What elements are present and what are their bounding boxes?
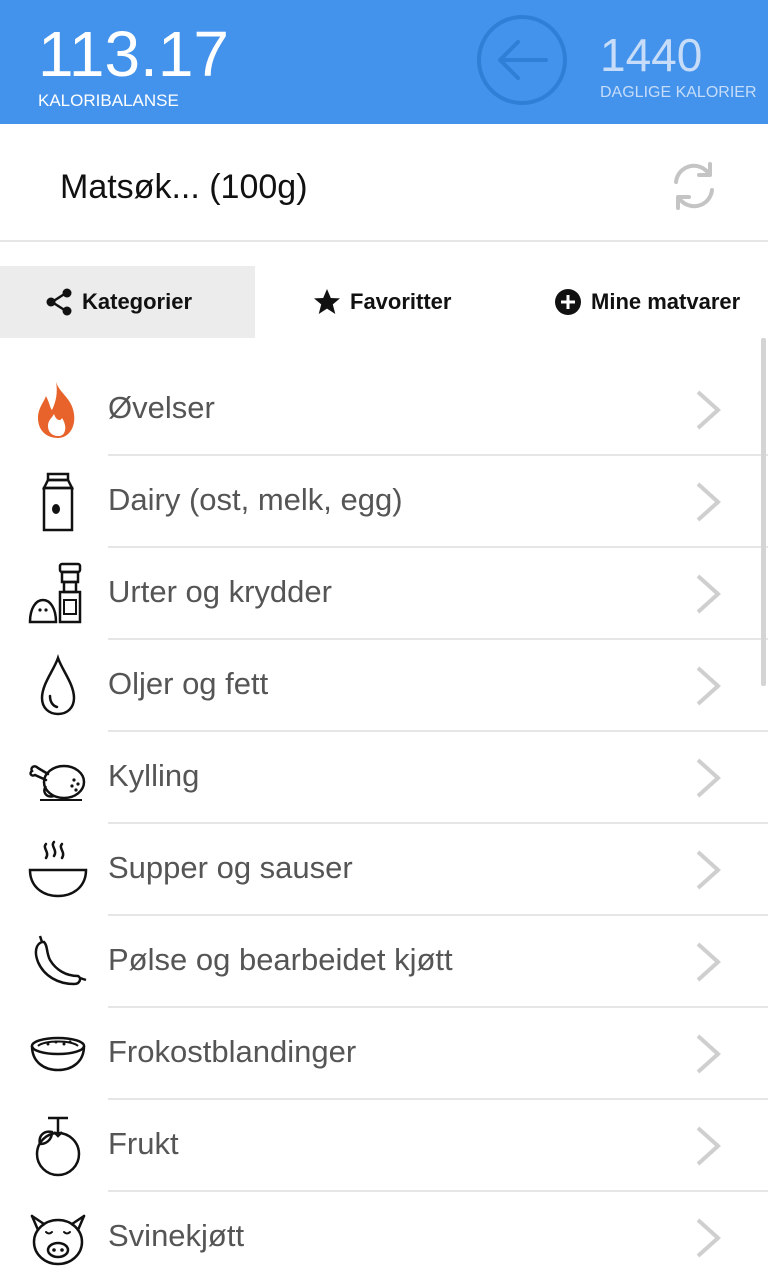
chevron-right-icon bbox=[696, 1218, 721, 1258]
daily-calories-label: DAGLIGE KALORIER bbox=[600, 84, 757, 101]
tab-kategorier[interactable]: Kategorier bbox=[0, 266, 255, 338]
tab-mine-matvarer[interactable]: Mine matvarer bbox=[553, 266, 740, 338]
category-label: Pølse og bearbeidet kjøtt bbox=[108, 942, 453, 977]
refresh-button[interactable] bbox=[668, 160, 720, 212]
chevron-right-icon bbox=[696, 666, 721, 706]
oil-drop-icon bbox=[40, 654, 76, 716]
chevron-right-icon bbox=[696, 758, 721, 798]
chevron-right-icon bbox=[696, 1034, 721, 1074]
fruit-icon bbox=[35, 1116, 81, 1177]
arrow-left-circle-icon bbox=[477, 15, 567, 105]
plus-circle-icon bbox=[553, 287, 583, 317]
chevron-right-icon bbox=[696, 1126, 721, 1166]
category-label: Frokostblandinger bbox=[108, 1034, 357, 1069]
category-label: Dairy (ost, melk, egg) bbox=[108, 482, 403, 517]
milk-carton-icon bbox=[41, 472, 75, 532]
list-item-oljer-og-fett[interactable]: Oljer og fett bbox=[0, 640, 768, 732]
chevron-right-icon bbox=[696, 574, 721, 614]
list-item-kylling[interactable]: Kylling bbox=[0, 732, 768, 824]
soup-bowl-icon bbox=[28, 840, 88, 898]
category-label: Urter og krydder bbox=[108, 574, 332, 609]
chevron-right-icon bbox=[696, 482, 721, 522]
category-tabs: Kategorier Favoritter Mine matvarer bbox=[0, 266, 768, 338]
category-label: Supper og sauser bbox=[108, 850, 353, 885]
category-label: Oljer og fett bbox=[108, 666, 269, 701]
chicken-icon bbox=[29, 764, 86, 801]
food-search-input[interactable]: Matsøk... (100g) bbox=[60, 168, 308, 207]
category-label: Frukt bbox=[108, 1126, 179, 1161]
list-item-ovelser[interactable]: Øvelser bbox=[0, 364, 768, 456]
list-item-svinekjott[interactable]: Svinekjøtt bbox=[0, 1192, 768, 1280]
list-item-supper-og-sauser[interactable]: Supper og sauser bbox=[0, 824, 768, 916]
list-item-polse[interactable]: Pølse og bearbeidet kjøtt bbox=[0, 916, 768, 1008]
calorie-header: 113.17 KALORIBALANSE 1440 DAGLIGE KALORI… bbox=[0, 0, 768, 124]
chevron-right-icon bbox=[696, 850, 721, 890]
salt-pepper-icon bbox=[28, 562, 82, 624]
sausage-icon bbox=[34, 935, 87, 986]
tab-favoritter[interactable]: Favoritter bbox=[312, 266, 451, 338]
list-item-frukt[interactable]: Frukt bbox=[0, 1100, 768, 1192]
flame-icon bbox=[38, 382, 75, 438]
refresh-icon bbox=[674, 162, 714, 210]
tab-mine-matvarer-label: Mine matvarer bbox=[591, 289, 741, 314]
star-icon bbox=[312, 287, 342, 317]
pig-icon bbox=[30, 1214, 86, 1266]
list-item-urter-og-krydder[interactable]: Urter og krydder bbox=[0, 548, 768, 640]
daily-calories-value: 1440 bbox=[600, 29, 703, 81]
category-label: Kylling bbox=[108, 758, 200, 793]
tab-kategorier-label: Kategorier bbox=[82, 289, 193, 314]
list-item-dairy[interactable]: Dairy (ost, melk, egg) bbox=[0, 456, 768, 548]
list-scrollbar[interactable] bbox=[761, 338, 766, 686]
chevron-right-icon bbox=[696, 390, 721, 430]
chevron-right-icon bbox=[696, 942, 721, 982]
tab-favoritter-label: Favoritter bbox=[350, 289, 452, 314]
cereal-bowl-icon bbox=[30, 1036, 86, 1072]
food-search-bar: Matsøk... (100g) bbox=[0, 124, 768, 242]
category-label: Øvelser bbox=[108, 390, 215, 425]
category-label: Svinekjøtt bbox=[108, 1218, 245, 1253]
calorie-balance-label: KALORIBALANSE bbox=[38, 91, 179, 110]
list-item-frokostblandinger[interactable]: Frokostblandinger bbox=[0, 1008, 768, 1100]
share-icon bbox=[44, 287, 74, 317]
calorie-balance-value: 113.17 bbox=[38, 18, 229, 90]
category-list: Øvelser Dairy (ost, melk, egg) Urter og … bbox=[0, 364, 768, 1280]
back-button[interactable] bbox=[476, 14, 568, 106]
